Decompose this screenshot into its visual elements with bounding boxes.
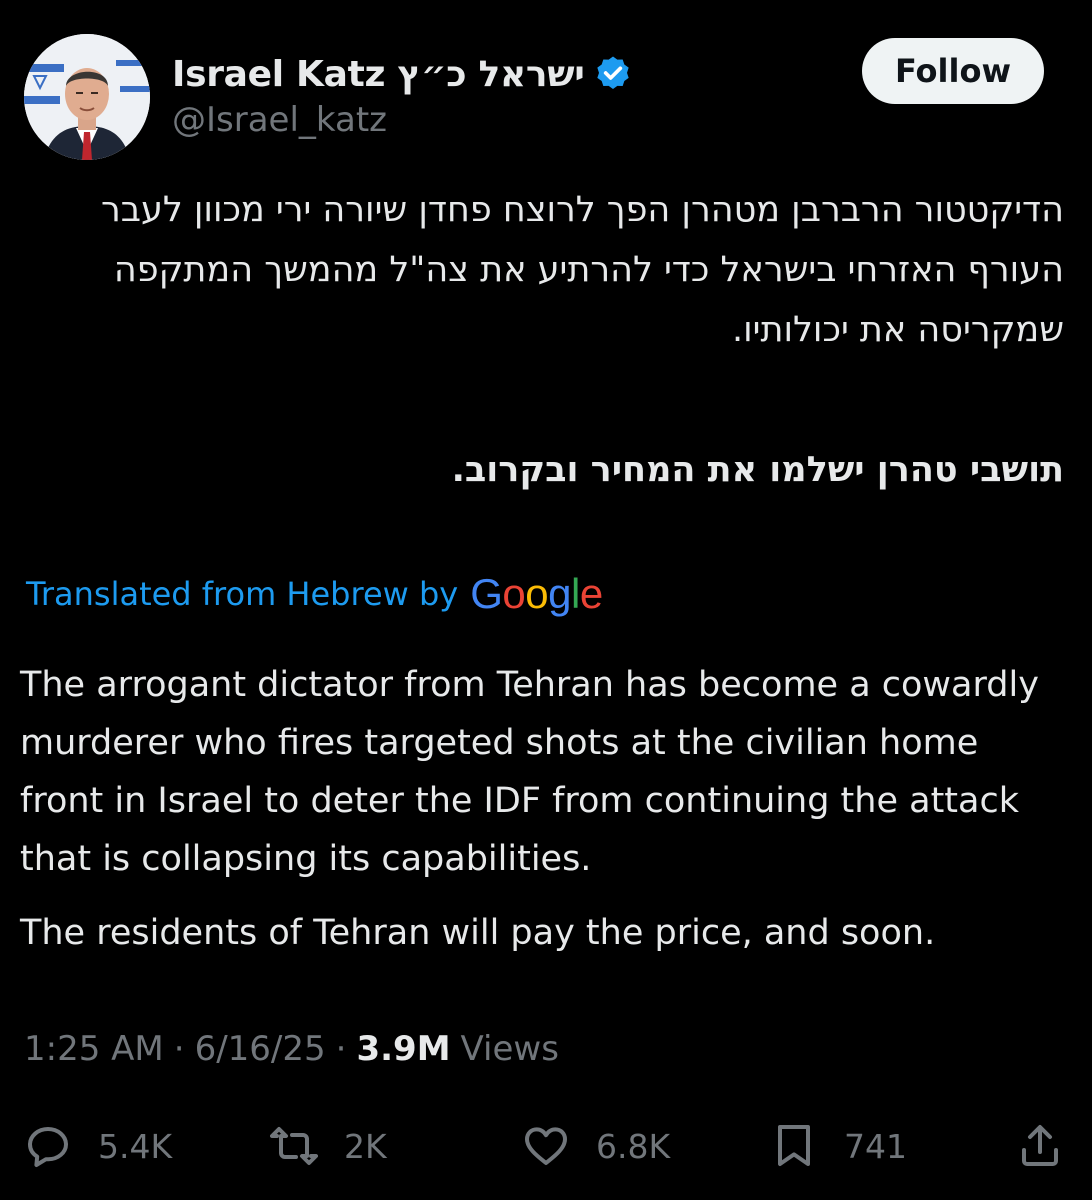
bookmark-button[interactable]: 741 [770, 1114, 907, 1178]
heart-icon [525, 1127, 567, 1165]
meta-separator: · [173, 1029, 185, 1069]
reply-count: 5.4K [98, 1126, 173, 1166]
post-meta: 1:25 AM · 6/16/25 · 3.9M Views [24, 1024, 559, 1074]
google-logo: Google [470, 570, 603, 617]
author-name-row: Israel Katz ישראל כ״ץ [172, 44, 633, 104]
reply-button[interactable]: 5.4K [24, 1114, 172, 1178]
tweet: Israel Katz ישראל כ״ץ @Israel_katz Follo… [0, 0, 1092, 1200]
bookmark-count: 741 [844, 1126, 907, 1166]
repost-icon [270, 1127, 318, 1165]
like-count: 6.8K [596, 1126, 671, 1166]
like-button[interactable]: 6.8K [522, 1114, 670, 1178]
repost-count: 2K [344, 1126, 387, 1166]
repost-button[interactable]: 2K [270, 1114, 387, 1178]
views-count: 3.9M [356, 1029, 451, 1069]
views-label: Views [460, 1029, 559, 1069]
share-icon [1022, 1125, 1058, 1166]
action-bar: 5.4K 2K 6.8K 741 [0, 1114, 1092, 1178]
avatar[interactable] [24, 34, 150, 160]
author-display-name[interactable]: Israel Katz ישראל כ״ץ [172, 54, 585, 95]
post-text-hebrew: הדיקטטור הרברבן מטהרן הפך לרוצח פחדן שיו… [100, 190, 1064, 350]
translation-attribution[interactable]: Translated from Hebrew by Google [26, 566, 603, 622]
avatar-image [24, 34, 150, 160]
post-date[interactable]: 6/16/25 [195, 1029, 326, 1069]
follow-button[interactable]: Follow [862, 38, 1044, 104]
post-text-hebrew-bold: תושבי טהרן ישלמו את המחיר ובקרוב. [451, 450, 1064, 490]
translation-paragraph: The arrogant dictator from Tehran has be… [20, 665, 1039, 879]
post-time[interactable]: 1:25 AM [24, 1029, 164, 1069]
reply-icon [28, 1127, 68, 1167]
translation-paragraph: The residents of Tehran will pay the pri… [20, 913, 936, 953]
verified-badge-icon[interactable] [593, 54, 633, 94]
translation-label: Translated from Hebrew by [26, 575, 459, 613]
bookmark-icon [778, 1125, 810, 1166]
author-handle[interactable]: @Israel_katz [172, 100, 387, 140]
post-translation: The arrogant dictator from Tehran has be… [20, 656, 1070, 962]
share-button[interactable] [1016, 1114, 1064, 1178]
meta-separator: · [335, 1029, 347, 1069]
